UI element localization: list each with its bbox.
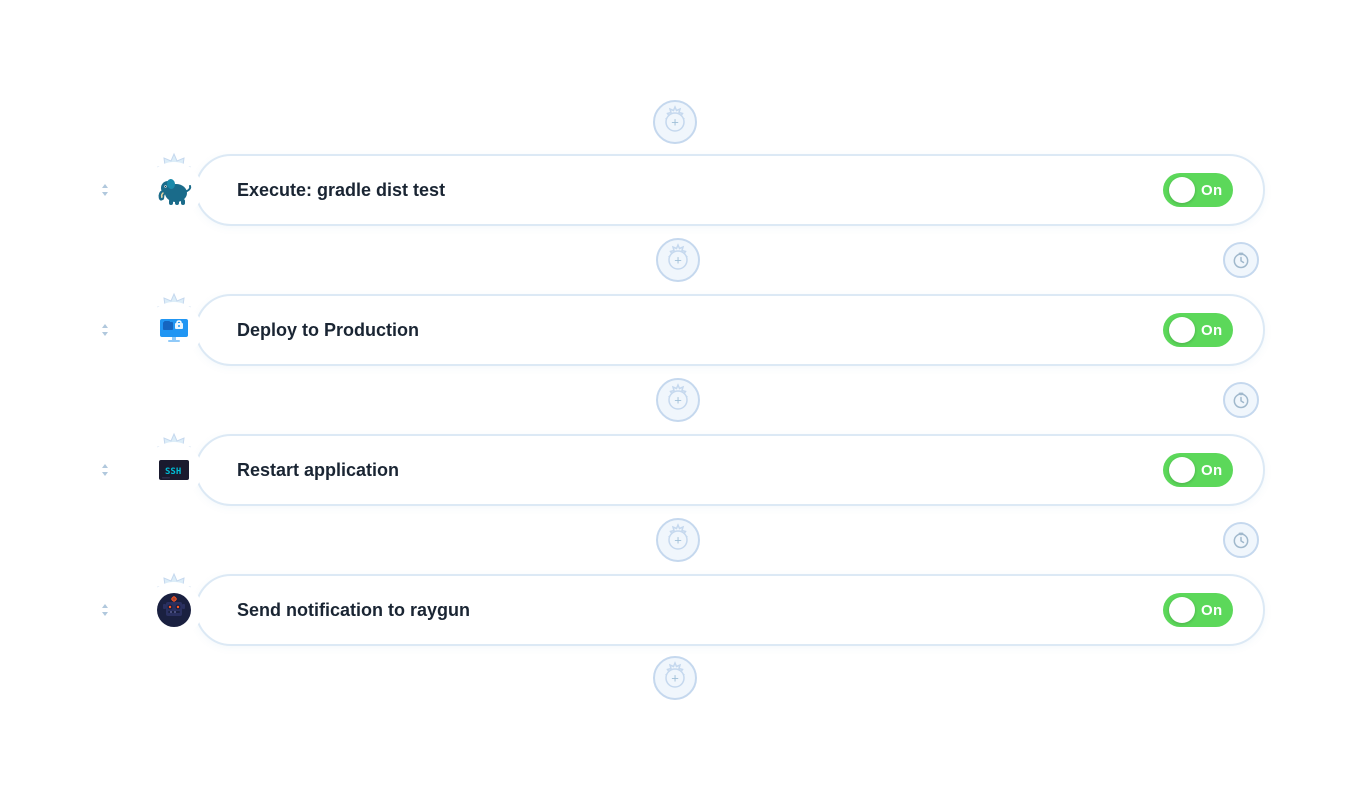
step-row-3: SSH Restart application On — [85, 429, 1265, 511]
toggle-circle-2 — [1169, 317, 1195, 343]
timer-icon-3[interactable] — [1223, 522, 1259, 558]
toggle-label-4: On — [1201, 602, 1222, 619]
timer-icon-2[interactable] — [1223, 382, 1259, 418]
reorder-handle-1[interactable] — [85, 181, 125, 199]
add-step-2[interactable]: + — [655, 237, 701, 283]
step-icon-deploy — [146, 302, 202, 358]
svg-text:+: + — [674, 533, 682, 548]
toggle-label-1: On — [1201, 182, 1222, 199]
toggle-circle-3 — [1169, 457, 1195, 483]
step-label-2: Deploy to Production — [237, 320, 419, 341]
add-step-bottom[interactable]: + — [652, 655, 698, 701]
step-icon-gear-2 — [133, 289, 215, 371]
svg-text:+: + — [671, 115, 679, 130]
step-icon-gear-3: SSH — [133, 429, 215, 511]
step-card-3: Restart application On — [195, 434, 1265, 506]
step-row-2: Deploy to Production On — [85, 289, 1265, 371]
step-icon-gradle — [146, 162, 202, 218]
toggle-4[interactable]: On — [1163, 593, 1233, 627]
step-icon-ssh: SSH — [146, 442, 202, 498]
step-icon-gear-4 — [133, 569, 215, 651]
add-step-4[interactable]: + — [655, 517, 701, 563]
step-label-4: Send notification to raygun — [237, 600, 470, 621]
reorder-handle-3[interactable] — [85, 461, 125, 479]
toggle-circle-4 — [1169, 597, 1195, 623]
toggle-3[interactable]: On — [1163, 453, 1233, 487]
pipeline-container: + — [85, 75, 1265, 725]
step-row-1: Execute: gradle dist test On — [85, 149, 1265, 231]
toggle-circle-1 — [1169, 177, 1195, 203]
svg-text:+: + — [671, 671, 679, 686]
toggle-2[interactable]: On — [1163, 313, 1233, 347]
step-row-4: Send notification to raygun On — [85, 569, 1265, 651]
svg-text:+: + — [674, 393, 682, 408]
toggle-1[interactable]: On — [1163, 173, 1233, 207]
add-step-top[interactable]: + — [652, 99, 698, 145]
step-card-2: Deploy to Production On — [195, 294, 1265, 366]
toggle-label-2: On — [1201, 322, 1222, 339]
step-icon-gear-1 — [133, 149, 215, 231]
reorder-handle-2[interactable] — [85, 321, 125, 339]
step-card-4: Send notification to raygun On — [195, 574, 1265, 646]
step-card-1: Execute: gradle dist test On — [195, 154, 1265, 226]
toggle-label-3: On — [1201, 462, 1222, 479]
svg-text:+: + — [674, 253, 682, 268]
step-icon-raygun — [146, 582, 202, 638]
step-label-3: Restart application — [237, 460, 399, 481]
svg-text:SSH: SSH — [165, 467, 181, 477]
timer-icon-1[interactable] — [1223, 242, 1259, 278]
step-label-1: Execute: gradle dist test — [237, 180, 445, 201]
add-step-3[interactable]: + — [655, 377, 701, 423]
reorder-handle-4[interactable] — [85, 601, 125, 619]
